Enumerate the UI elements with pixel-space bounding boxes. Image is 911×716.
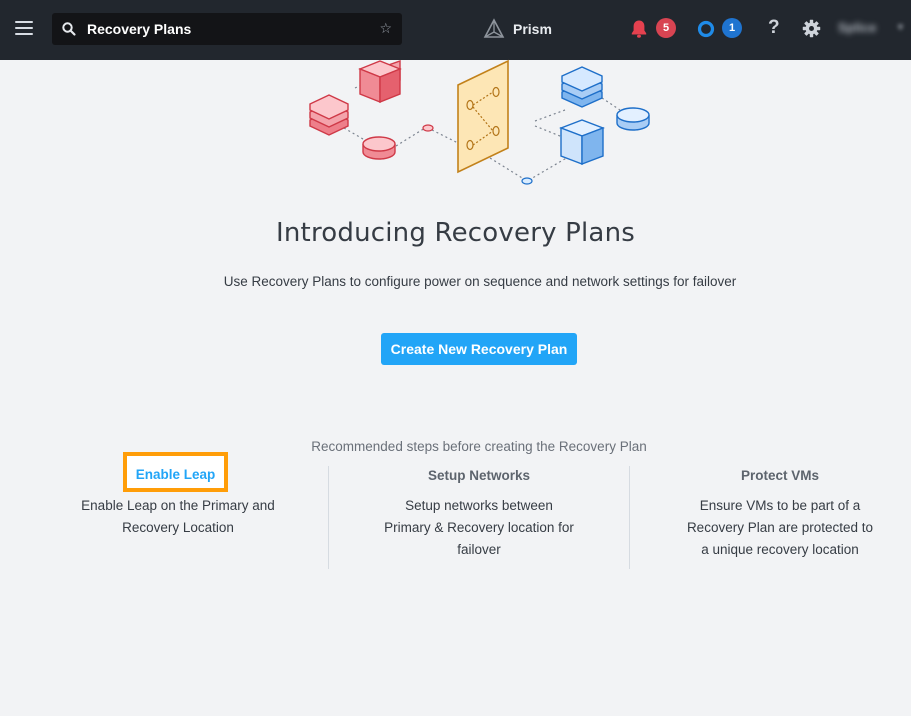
blue-disk-icon — [616, 107, 650, 131]
tasks-count-badge: 1 — [722, 18, 742, 38]
user-menu[interactable]: Splice ▼ — [838, 20, 906, 40]
menu-icon[interactable] — [15, 19, 35, 37]
page-subtitle: Use Recovery Plans to configure power on… — [223, 274, 737, 289]
help-icon[interactable]: ? — [768, 17, 780, 39]
red-disk-icon — [362, 136, 396, 160]
step-divider — [328, 466, 329, 569]
recovery-plan-illustration — [309, 59, 650, 185]
step-description-line: Enable Leap on the Primary and — [81, 498, 275, 513]
bell-icon — [631, 20, 647, 38]
step-description-line: Recovery Location — [122, 520, 234, 535]
gear-icon[interactable] — [802, 19, 821, 38]
tasks-circle-icon — [697, 20, 715, 38]
step-description-line: a unique recovery location — [701, 542, 859, 557]
step-description-line: Primary & Recovery location for — [384, 520, 574, 535]
top-navigation-bar: Recovery Plans ☆ Prism 5 1 ? Splice ▼ — [0, 0, 911, 60]
page-title: Introducing Recovery Plans — [276, 218, 635, 248]
chevron-down-icon: ▼ — [896, 22, 905, 32]
recovery-plan-panel-icon — [457, 59, 509, 174]
prism-logo-icon — [483, 18, 505, 38]
alerts-count-badge: 5 — [656, 18, 676, 38]
red-storage-stack-icon — [309, 94, 349, 136]
create-recovery-plan-button[interactable]: Create New Recovery Plan — [381, 333, 577, 365]
step-title: Protect VMs — [740, 468, 820, 483]
search-input[interactable]: Recovery Plans ☆ — [52, 13, 402, 45]
search-value: Recovery Plans — [87, 21, 192, 37]
enable-leap-link[interactable]: Enable Leap — [123, 452, 228, 492]
step-description-line: Ensure VMs to be part of a — [699, 498, 861, 513]
step-description-line: Setup networks between — [405, 498, 553, 513]
step-title: Setup Networks — [427, 468, 531, 483]
step-setup-networks: Setup Networks Setup networks between Pr… — [369, 466, 589, 561]
blue-storage-stack-icon — [561, 66, 603, 108]
brand-name: Prism — [513, 21, 552, 37]
step-description-line: Recovery Plan are protected to — [686, 520, 874, 535]
step-divider — [629, 466, 630, 569]
red-cube-icon — [358, 60, 402, 104]
star-icon[interactable]: ☆ — [379, 20, 392, 36]
blue-cube-icon — [559, 119, 605, 166]
search-icon — [62, 22, 76, 36]
step-description-line: failover — [457, 542, 501, 557]
enable-leap-label: Enable Leap — [135, 467, 216, 482]
step-protect-vms: Protect VMs Ensure VMs to be part of a R… — [670, 466, 890, 561]
user-name: Splice — [838, 20, 877, 35]
